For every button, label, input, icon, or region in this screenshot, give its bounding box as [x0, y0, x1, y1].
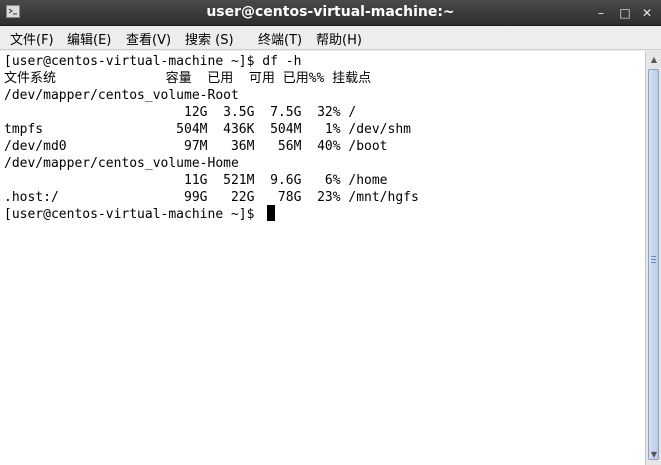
- menu-terminal[interactable]: 终端(T): [258, 29, 302, 48]
- menu-edit[interactable]: 编辑(E): [67, 29, 111, 48]
- menu-view[interactable]: 查看(V): [126, 29, 171, 48]
- terminal-line: /dev/mapper/centos_volume-Home: [4, 156, 239, 171]
- terminal-line: [user@centos-virtual-machine ~]$ df -h: [4, 54, 302, 69]
- scrollbar-thumb[interactable]: [648, 69, 659, 460]
- terminal-line: /dev/mapper/centos_volume-Root: [4, 88, 239, 103]
- grip-line: [651, 262, 656, 263]
- scroll-up-arrow-icon[interactable]: ▲: [648, 54, 660, 66]
- close-button[interactable]: ✕: [639, 5, 655, 21]
- terminal-prompt: [user@centos-virtual-machine ~]$: [4, 207, 255, 222]
- menu-bar: 文件(F) 编辑(E) 查看(V) 搜索 (S) 终端(T) 帮助(H): [0, 26, 661, 50]
- vertical-scrollbar[interactable]: ▲ ▼: [645, 51, 661, 465]
- terminal-line: 文件系统 容量 已用 可用 已用%% 挂载点: [4, 71, 372, 86]
- terminal-output[interactable]: [user@centos-virtual-machine ~]$ df -h 文…: [0, 51, 645, 465]
- minimize-button[interactable]: –: [593, 5, 609, 21]
- menu-search[interactable]: 搜索 (S): [185, 29, 234, 48]
- terminal-line: 11G 521M 9.6G 6% /home: [4, 173, 388, 188]
- terminal-line: 12G 3.5G 7.5G 32% /: [4, 105, 357, 120]
- menu-file[interactable]: 文件(F): [10, 29, 54, 48]
- terminal-line: /dev/md0 97M 36M 56M 40% /boot: [4, 139, 388, 154]
- maximize-button[interactable]: □: [617, 5, 633, 21]
- grip-line: [651, 259, 656, 260]
- grip-line: [651, 256, 656, 257]
- window-title: user@centos-virtual-machine:~: [206, 4, 455, 20]
- text-cursor: [267, 205, 275, 221]
- menu-help[interactable]: 帮助(H): [316, 29, 362, 48]
- terminal-window: user@centos-virtual-machine:~ – □ ✕ 文件(F…: [0, 0, 661, 465]
- title-bar[interactable]: user@centos-virtual-machine:~ – □ ✕: [0, 0, 661, 26]
- terminal-line: tmpfs 504M 436K 504M 1% /dev/shm: [4, 122, 411, 137]
- scroll-down-arrow-icon[interactable]: ▼: [648, 449, 660, 461]
- terminal-line: .host:/ 99G 22G 78G 23% /mnt/hgfs: [4, 190, 419, 205]
